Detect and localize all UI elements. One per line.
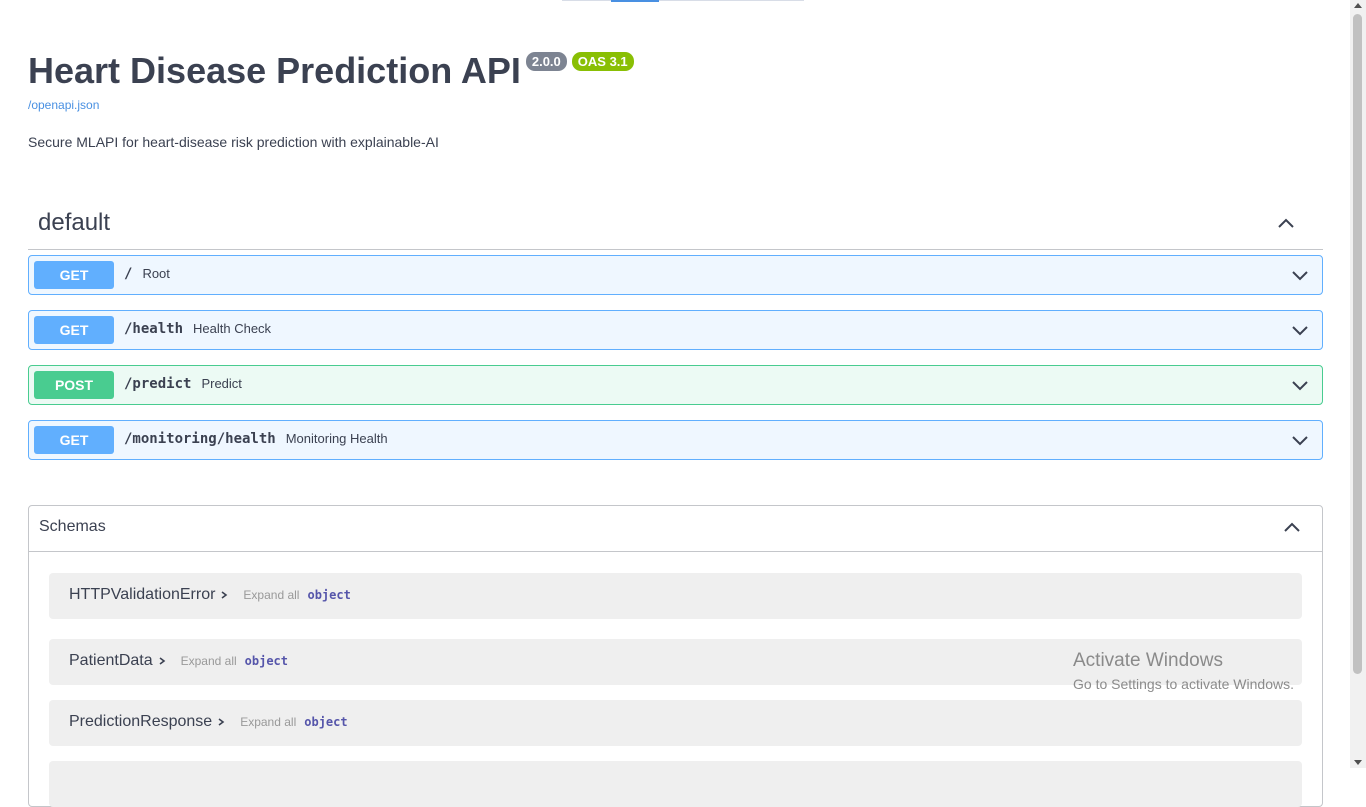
schema-model[interactable]: HTTPValidationError Expand all object: [49, 573, 1302, 619]
operation-summary: Root: [142, 266, 170, 281]
model-title[interactable]: HTTPValidationError Expand all object: [69, 586, 351, 604]
operation-get-health[interactable]: GET /health Health Check: [28, 310, 1323, 350]
model-type: object: [307, 588, 351, 602]
schemas-title: Schemas: [39, 518, 106, 535]
operation-path: /health Health Check: [124, 321, 271, 337]
path-text: /health: [124, 321, 184, 337]
operation-path: / Root: [124, 266, 170, 282]
info-header: Heart Disease Prediction API 2.0.0 OAS 3…: [28, 50, 634, 92]
scroll-thumb[interactable]: [1353, 14, 1362, 674]
topbar-active-indicator: [611, 0, 659, 2]
model-type: object: [304, 715, 348, 729]
schemas-header[interactable]: Schemas: [29, 506, 1322, 552]
path-text: /: [124, 266, 133, 282]
version-badge: 2.0.0: [525, 52, 567, 71]
watermark-title: Activate Windows: [1073, 650, 1223, 671]
chevron-down-icon[interactable]: [1290, 430, 1310, 450]
operation-path: /monitoring/health Monitoring Health: [124, 431, 388, 447]
operation-summary: Predict: [201, 376, 242, 391]
method-badge: GET: [34, 316, 114, 344]
tag-section-default[interactable]: default: [28, 200, 1323, 250]
model-name: PatientData: [69, 652, 153, 669]
chevron-down-icon[interactable]: [1290, 320, 1310, 340]
operation-summary: Monitoring Health: [285, 431, 388, 446]
method-badge: GET: [34, 426, 114, 454]
topbar-remnant: [562, 0, 804, 2]
chevron-up-icon[interactable]: [1276, 214, 1296, 234]
scroll-up-arrow-icon[interactable]: [1354, 3, 1362, 8]
watermark-subtitle: Go to Settings to activate Windows.: [1073, 676, 1294, 692]
expand-all-button[interactable]: Expand all: [181, 654, 237, 668]
vertical-scrollbar[interactable]: [1350, 0, 1366, 768]
operation-path: /predict Predict: [124, 376, 242, 392]
chevron-down-icon[interactable]: [1290, 265, 1310, 285]
chevron-right-icon: [218, 718, 225, 726]
oas-badge: OAS 3.1: [571, 52, 634, 71]
scroll-down-arrow-icon[interactable]: [1354, 760, 1362, 765]
operation-get-root[interactable]: GET / Root: [28, 255, 1323, 295]
model-name: PredictionResponse: [69, 713, 213, 730]
expand-all-button[interactable]: Expand all: [240, 715, 296, 729]
operation-post-predict[interactable]: POST /predict Predict: [28, 365, 1323, 405]
api-description: Secure MLAPI for heart-disease risk pred…: [28, 134, 439, 150]
model-type: object: [244, 654, 289, 668]
api-title: Heart Disease Prediction API: [28, 50, 521, 91]
operation-get-monitoring-health[interactable]: GET /monitoring/health Monitoring Health: [28, 420, 1323, 460]
path-text: /predict: [124, 376, 192, 392]
tag-name: default: [38, 209, 111, 236]
openapi-json-link[interactable]: /openapi.json: [28, 98, 99, 112]
schema-model[interactable]: PredictionResponse Expand all object: [49, 700, 1302, 746]
method-badge: GET: [34, 261, 114, 289]
path-text: /monitoring/health: [124, 431, 276, 447]
model-name: HTTPValidationError: [69, 586, 216, 603]
model-title[interactable]: PatientData Expand all object: [69, 652, 288, 670]
expand-all-button[interactable]: Expand all: [243, 588, 299, 602]
chevron-down-icon[interactable]: [1290, 375, 1310, 395]
chevron-right-icon: [221, 591, 228, 599]
chevron-right-icon: [159, 657, 165, 665]
chevron-up-icon[interactable]: [1282, 518, 1302, 538]
activate-windows-watermark: Activate Windows Go to Settings to activ…: [1073, 650, 1294, 692]
method-badge: POST: [34, 371, 114, 399]
model-title[interactable]: PredictionResponse Expand all object: [69, 713, 348, 731]
operation-summary: Health Check: [193, 321, 272, 336]
